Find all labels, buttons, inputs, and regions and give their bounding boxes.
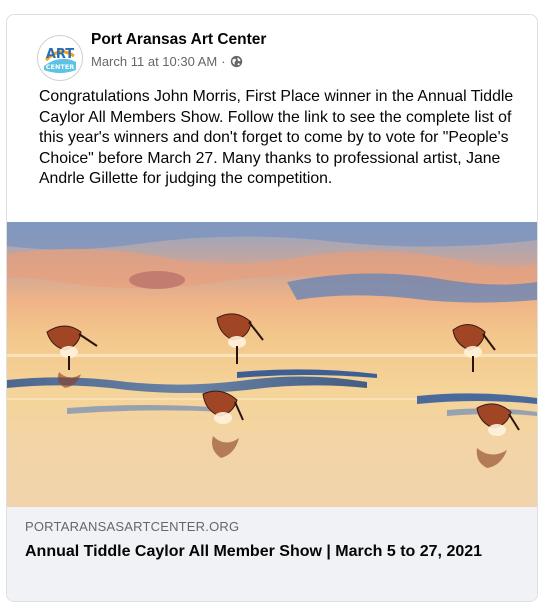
post-meta: March 11 at 10:30 AM ·: [91, 54, 243, 69]
meta-separator: ·: [221, 54, 226, 69]
svg-text:ART: ART: [46, 47, 74, 62]
svg-text:CENTER: CENTER: [46, 63, 75, 71]
post-timestamp[interactable]: March 11 at 10:30 AM: [91, 54, 217, 69]
link-title[interactable]: Annual Tiddle Caylor All Member Show | M…: [25, 541, 515, 563]
post-text: Congratulations John Morris, First Place…: [39, 88, 514, 188]
link-preview[interactable]: PORTARANSASARTCENTER.ORG Annual Tiddle C…: [7, 507, 537, 601]
post-image[interactable]: [7, 222, 537, 507]
post-header: ART CENTER Port Aransas Art Center March…: [33, 29, 513, 81]
shorebirds-painting: [7, 222, 537, 507]
post-card: ART CENTER Port Aransas Art Center March…: [6, 14, 538, 602]
avatar[interactable]: ART CENTER: [37, 35, 83, 81]
link-domain: PORTARANSASARTCENTER.ORG: [25, 519, 240, 534]
art-center-logo-icon: ART CENTER: [39, 37, 81, 79]
page-name-link[interactable]: Port Aransas Art Center: [91, 31, 266, 49]
globe-icon: [230, 55, 243, 68]
